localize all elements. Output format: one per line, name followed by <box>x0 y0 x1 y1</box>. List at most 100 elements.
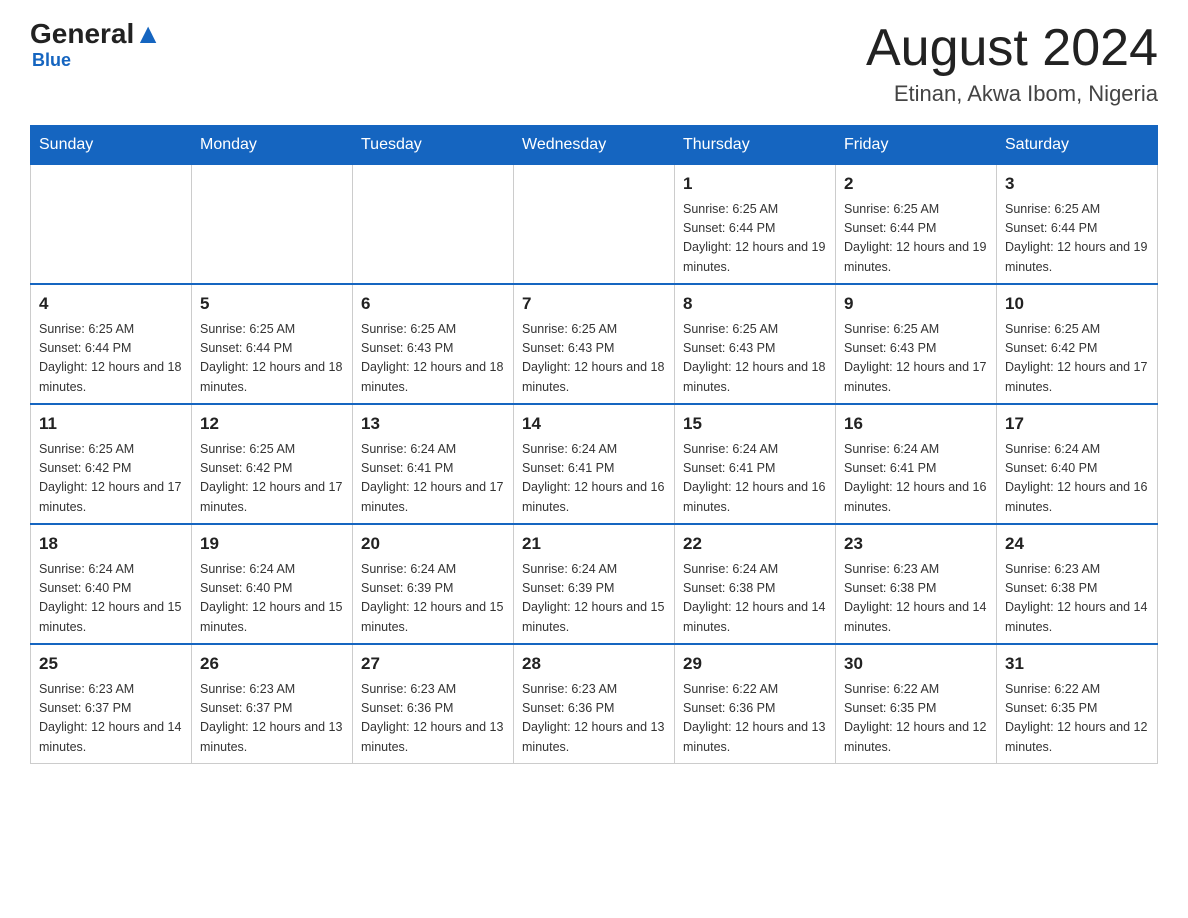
calendar-cell: 24 Sunrise: 6:23 AMSunset: 6:38 PMDayligh… <box>997 524 1158 644</box>
day-number: 10 <box>1005 291 1149 317</box>
day-number: 23 <box>844 531 988 557</box>
day-number: 9 <box>844 291 988 317</box>
calendar-cell: 2Sunrise: 6:25 AMSunset: 6:44 PMDaylight… <box>836 165 997 285</box>
calendar-week-row-5: 25Sunrise: 6:23 AMSunset: 6:37 PMDayligh… <box>31 644 1158 764</box>
calendar-cell: 19 Sunrise: 6:24 AMSunset: 6:40 PMDayligh… <box>192 524 353 644</box>
title-area: August 2024 Etinan, Akwa Ibom, Nigeria <box>866 20 1158 107</box>
cell-info: Sunrise: 6:24 AMSunset: 6:41 PMDaylight:… <box>844 440 988 518</box>
calendar-table: Sunday Monday Tuesday Wednesday Thursday… <box>30 125 1158 764</box>
cell-info: Sunrise: 6:25 AMSunset: 6:42 PMDaylight:… <box>39 440 183 518</box>
page-header: General▲ Blue August 2024 Etinan, Akwa I… <box>30 20 1158 107</box>
calendar-cell: 25Sunrise: 6:23 AMSunset: 6:37 PMDayligh… <box>31 644 192 764</box>
day-number: 6 <box>361 291 505 317</box>
day-number: 20 <box>361 531 505 557</box>
cell-info: Sunrise: 6:25 AMSunset: 6:42 PMDaylight:… <box>200 440 344 518</box>
day-number: 12 <box>200 411 344 437</box>
day-number: 19 <box>200 531 344 557</box>
calendar-cell: 3 Sunrise: 6:25 AMSunset: 6:44 PMDaylight… <box>997 165 1158 285</box>
cell-info: Sunrise: 6:22 AMSunset: 6:35 PMDaylight:… <box>1005 680 1149 758</box>
day-number: 29 <box>683 651 827 677</box>
cell-info: Sunrise: 6:24 AMSunset: 6:39 PMDaylight:… <box>522 560 666 638</box>
calendar-cell: 31 Sunrise: 6:22 AMSunset: 6:35 PMDayligh… <box>997 644 1158 764</box>
calendar-cell: 15Sunrise: 6:24 AMSunset: 6:41 PMDayligh… <box>675 404 836 524</box>
location-subtitle: Etinan, Akwa Ibom, Nigeria <box>866 81 1158 107</box>
calendar-cell: 13 Sunrise: 6:24 AMSunset: 6:41 PMDayligh… <box>353 404 514 524</box>
day-number: 30 <box>844 651 988 677</box>
col-friday: Friday <box>836 126 997 165</box>
calendar-cell: 7Sunrise: 6:25 AMSunset: 6:43 PMDaylight… <box>514 284 675 404</box>
cell-info: Sunrise: 6:24 AMSunset: 6:40 PMDaylight:… <box>200 560 344 638</box>
day-number: 14 <box>522 411 666 437</box>
logo: General▲ <box>30 20 162 48</box>
col-thursday: Thursday <box>675 126 836 165</box>
day-number: 31 <box>1005 651 1149 677</box>
day-number: 1 <box>683 171 827 197</box>
cell-info: Sunrise: 6:25 AMSunset: 6:42 PMDaylight:… <box>1005 320 1149 398</box>
day-number: 11 <box>39 411 183 437</box>
logo-blue-text: ▲ <box>134 20 162 48</box>
cell-info: Sunrise: 6:25 AMSunset: 6:44 PMDaylight:… <box>844 200 988 278</box>
cell-info: Sunrise: 6:24 AMSunset: 6:38 PMDaylight:… <box>683 560 827 638</box>
calendar-cell <box>514 165 675 285</box>
day-number: 25 <box>39 651 183 677</box>
day-number: 5 <box>200 291 344 317</box>
cell-info: Sunrise: 6:23 AMSunset: 6:38 PMDaylight:… <box>1005 560 1149 638</box>
calendar-cell: 29Sunrise: 6:22 AMSunset: 6:36 PMDayligh… <box>675 644 836 764</box>
month-year-title: August 2024 <box>866 20 1158 77</box>
calendar-cell: 12 Sunrise: 6:25 AMSunset: 6:42 PMDayligh… <box>192 404 353 524</box>
day-number: 21 <box>522 531 666 557</box>
calendar-cell: 11 Sunrise: 6:25 AMSunset: 6:42 PMDayligh… <box>31 404 192 524</box>
col-sunday: Sunday <box>31 126 192 165</box>
calendar-cell: 30 Sunrise: 6:22 AMSunset: 6:35 PMDayligh… <box>836 644 997 764</box>
cell-info: Sunrise: 6:24 AMSunset: 6:39 PMDaylight:… <box>361 560 505 638</box>
calendar-week-row-3: 11 Sunrise: 6:25 AMSunset: 6:42 PMDayligh… <box>31 404 1158 524</box>
calendar-cell: 8 Sunrise: 6:25 AMSunset: 6:43 PMDaylight… <box>675 284 836 404</box>
calendar-cell: 17 Sunrise: 6:24 AMSunset: 6:40 PMDayligh… <box>997 404 1158 524</box>
cell-info: Sunrise: 6:24 AMSunset: 6:40 PMDaylight:… <box>1005 440 1149 518</box>
cell-info: Sunrise: 6:24 AMSunset: 6:41 PMDaylight:… <box>361 440 505 518</box>
calendar-cell: 20 Sunrise: 6:24 AMSunset: 6:39 PMDayligh… <box>353 524 514 644</box>
day-number: 16 <box>844 411 988 437</box>
cell-info: Sunrise: 6:25 AMSunset: 6:44 PMDaylight:… <box>39 320 183 398</box>
day-number: 8 <box>683 291 827 317</box>
cell-info: Sunrise: 6:25 AMSunset: 6:44 PMDaylight:… <box>683 200 827 278</box>
day-number: 26 <box>200 651 344 677</box>
calendar-cell: 5 Sunrise: 6:25 AMSunset: 6:44 PMDaylight… <box>192 284 353 404</box>
logo-general-text: General <box>30 20 134 48</box>
day-number: 27 <box>361 651 505 677</box>
day-number: 4 <box>39 291 183 317</box>
day-number: 3 <box>1005 171 1149 197</box>
col-tuesday: Tuesday <box>353 126 514 165</box>
day-number: 13 <box>361 411 505 437</box>
calendar-cell: 26Sunrise: 6:23 AMSunset: 6:37 PMDayligh… <box>192 644 353 764</box>
logo-area: General▲ Blue <box>30 20 162 71</box>
calendar-week-row-4: 18 Sunrise: 6:24 AMSunset: 6:40 PMDayligh… <box>31 524 1158 644</box>
calendar-cell: 9 Sunrise: 6:25 AMSunset: 6:43 PMDaylight… <box>836 284 997 404</box>
logo-blue-subtitle: Blue <box>32 50 71 71</box>
cell-info: Sunrise: 6:22 AMSunset: 6:35 PMDaylight:… <box>844 680 988 758</box>
day-number: 24 <box>1005 531 1149 557</box>
day-number: 28 <box>522 651 666 677</box>
calendar-cell: 23 Sunrise: 6:23 AMSunset: 6:38 PMDayligh… <box>836 524 997 644</box>
cell-info: Sunrise: 6:25 AMSunset: 6:44 PMDaylight:… <box>1005 200 1149 278</box>
cell-info: Sunrise: 6:23 AMSunset: 6:36 PMDaylight:… <box>522 680 666 758</box>
calendar-cell: 14Sunrise: 6:24 AMSunset: 6:41 PMDayligh… <box>514 404 675 524</box>
cell-info: Sunrise: 6:23 AMSunset: 6:38 PMDaylight:… <box>844 560 988 638</box>
calendar-cell <box>31 165 192 285</box>
day-number: 17 <box>1005 411 1149 437</box>
cell-info: Sunrise: 6:24 AMSunset: 6:41 PMDaylight:… <box>683 440 827 518</box>
calendar-cell: 28 Sunrise: 6:23 AMSunset: 6:36 PMDayligh… <box>514 644 675 764</box>
cell-info: Sunrise: 6:25 AMSunset: 6:43 PMDaylight:… <box>683 320 827 398</box>
cell-info: Sunrise: 6:25 AMSunset: 6:44 PMDaylight:… <box>200 320 344 398</box>
calendar-week-row-2: 4 Sunrise: 6:25 AMSunset: 6:44 PMDaylight… <box>31 284 1158 404</box>
day-number: 18 <box>39 531 183 557</box>
cell-info: Sunrise: 6:25 AMSunset: 6:43 PMDaylight:… <box>844 320 988 398</box>
calendar-header-row: Sunday Monday Tuesday Wednesday Thursday… <box>31 126 1158 165</box>
calendar-cell <box>353 165 514 285</box>
cell-info: Sunrise: 6:25 AMSunset: 6:43 PMDaylight:… <box>522 320 666 398</box>
calendar-cell: 21 Sunrise: 6:24 AMSunset: 6:39 PMDayligh… <box>514 524 675 644</box>
calendar-cell: 4 Sunrise: 6:25 AMSunset: 6:44 PMDaylight… <box>31 284 192 404</box>
calendar-cell: 27 Sunrise: 6:23 AMSunset: 6:36 PMDayligh… <box>353 644 514 764</box>
cell-info: Sunrise: 6:23 AMSunset: 6:36 PMDaylight:… <box>361 680 505 758</box>
day-number: 22 <box>683 531 827 557</box>
